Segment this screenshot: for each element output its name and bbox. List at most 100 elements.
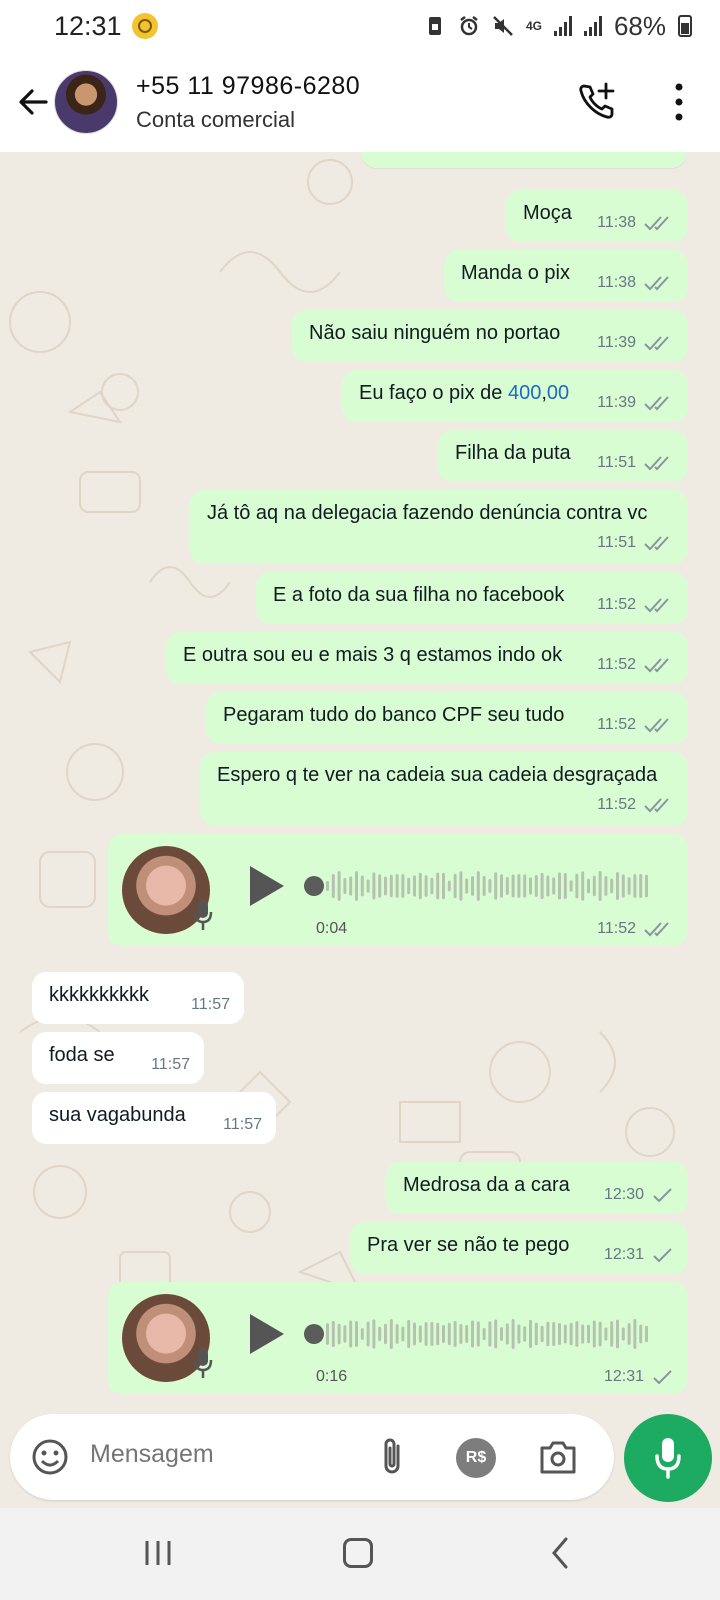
message-bubble-incoming[interactable]: foda se 11:57 xyxy=(32,1032,204,1084)
waveform-bar xyxy=(436,872,440,900)
message-bubble[interactable]: Não saiu ninguém no portao 11:39 xyxy=(292,310,688,362)
back-nav-icon[interactable] xyxy=(550,1536,570,1570)
message-bubble[interactable]: Espero q te ver na cadeia sua cadeia des… xyxy=(200,752,688,826)
double-check-icon xyxy=(644,336,669,351)
arrow-left-icon[interactable] xyxy=(16,85,50,119)
message-text-part: Eu faço o pix de xyxy=(359,382,508,404)
message-meta: 11:51 xyxy=(597,454,674,472)
message-bubble-incoming[interactable]: sua vagabunda 11:57 xyxy=(32,1092,276,1144)
waveform-bar xyxy=(633,1319,637,1349)
emoji-icon[interactable] xyxy=(30,1437,70,1477)
message-text: Pegaram tudo do banco CPF seu tudo xyxy=(223,704,565,726)
message-text: foda se xyxy=(49,1044,115,1066)
message-bubble[interactable]: Manda o pix 11:38 xyxy=(444,250,688,302)
playback-scrubber[interactable] xyxy=(304,1324,324,1344)
message-bubble[interactable]: Pra ver se não te pego 12:31 xyxy=(350,1222,688,1274)
waveform-bar xyxy=(592,875,596,897)
contact-subtitle: Conta comercial xyxy=(136,106,295,132)
waveform-bar xyxy=(453,1320,457,1348)
battery-percent: 68% xyxy=(613,10,666,41)
contact-avatar[interactable] xyxy=(54,70,118,134)
message-time: 12:31 xyxy=(603,1246,644,1263)
play-icon[interactable] xyxy=(246,864,286,908)
message-bubble[interactable]: Medrosa da a cara 12:30 xyxy=(386,1162,688,1214)
message-text: E outra sou eu e mais 3 q estamos indo o… xyxy=(183,644,563,666)
audio-waveform[interactable] xyxy=(304,1312,654,1356)
network-type: 4G xyxy=(525,18,542,33)
waveform-bar xyxy=(355,1321,358,1347)
message-bubble[interactable]: Pegaram tudo do banco CPF seu tudo 11:52 xyxy=(206,692,688,744)
message-text: Medrosa da a cara xyxy=(403,1174,570,1196)
double-check-icon xyxy=(644,718,669,733)
waveform-bar xyxy=(488,1321,492,1347)
amount-dec: 00 xyxy=(546,382,570,404)
waveform-bar xyxy=(517,1324,521,1344)
voice-record-button[interactable] xyxy=(624,1414,712,1502)
waveform-bar xyxy=(587,1324,590,1344)
waveform-bar xyxy=(413,875,416,897)
pix-amount-link[interactable]: 400,00 xyxy=(508,382,569,404)
message-bubble[interactable]: Filha da puta 11:51 xyxy=(438,430,688,482)
playback-scrubber[interactable] xyxy=(304,876,324,896)
voice-message[interactable]: 0:04 11:52 xyxy=(108,834,688,946)
more-vert-icon[interactable] xyxy=(670,82,688,122)
waveform-bar xyxy=(546,1321,550,1347)
waveform-bar xyxy=(534,875,538,897)
camera-icon[interactable] xyxy=(538,1438,578,1476)
message-text: Moça xyxy=(523,202,572,224)
waveform-bar xyxy=(488,879,492,893)
mic-icon xyxy=(193,1348,213,1378)
waveform-bar xyxy=(482,1327,486,1341)
double-check-icon xyxy=(644,456,669,471)
voice-duration: 0:04 xyxy=(316,920,348,937)
message-time: 11:57 xyxy=(191,996,230,1013)
contact-info[interactable]: +55 11 97986-6280 Conta comercial xyxy=(136,72,360,133)
waveform-bar xyxy=(366,1321,370,1347)
message-input[interactable] xyxy=(90,1440,360,1469)
chat-area[interactable]: Moça 11:38 Manda o pix 11:38 Não saiu ni… xyxy=(0,152,720,1400)
message-bubble[interactable]: E a foto da sua filha no facebook 11:52 xyxy=(256,572,688,624)
voice-message[interactable]: 0:16 12:31 xyxy=(108,1282,688,1394)
audio-waveform[interactable] xyxy=(304,864,654,908)
message-bubble-incoming[interactable]: kkkkkkkkkk 11:57 xyxy=(32,972,244,1024)
home-icon[interactable] xyxy=(343,1538,373,1568)
waveform-bar xyxy=(349,1320,353,1348)
waveform-bar xyxy=(430,1322,434,1346)
message-time: 11:52 xyxy=(597,796,636,813)
message-bubble[interactable]: Moça 11:38 xyxy=(506,190,688,242)
message-text: sua vagabunda xyxy=(49,1104,186,1126)
waveform-bar xyxy=(639,1324,643,1344)
waveform-bar xyxy=(395,874,399,898)
waveform-bar xyxy=(627,1323,631,1345)
waveform-bar xyxy=(418,1325,422,1343)
alarm-icon xyxy=(460,16,478,36)
message-text: E a foto da sua filha no facebook xyxy=(273,584,565,606)
add-call-icon[interactable] xyxy=(576,80,620,124)
message-text: Espero q te ver na cadeia sua cadeia des… xyxy=(217,764,658,786)
waveform-bar xyxy=(610,878,614,894)
waveform-bar xyxy=(552,877,556,895)
message-meta: 11:39 xyxy=(597,334,674,352)
waveform-bar xyxy=(546,875,550,897)
message-bubble[interactable]: Eu faço o pix de 400,00 11:39 xyxy=(342,370,688,422)
waveform-bar xyxy=(326,881,329,891)
paperclip-icon[interactable] xyxy=(376,1434,410,1480)
status-bar: 12:31 4G 68% xyxy=(0,0,720,52)
message-bubble[interactable]: Já tô aq na delegacia fazendo denúncia c… xyxy=(190,490,688,564)
play-icon[interactable] xyxy=(246,1312,286,1356)
message-text: kkkkkkkkkk xyxy=(49,984,149,1006)
waveform-bar xyxy=(378,1326,382,1342)
message-time: 11:52 xyxy=(597,596,636,613)
waveform-bar xyxy=(337,871,341,901)
payment-icon[interactable]: R$ xyxy=(456,1438,496,1478)
message-text: Pra ver se não te pego xyxy=(367,1234,570,1256)
message-time: 11:38 xyxy=(597,274,636,291)
waveform-bar xyxy=(389,874,393,898)
waveform-bar xyxy=(552,1322,556,1346)
recent-apps-icon[interactable] xyxy=(143,1538,173,1568)
waveform-bar xyxy=(349,876,353,896)
message-bubble[interactable]: E outra sou eu e mais 3 q estamos indo o… xyxy=(166,632,688,684)
waveform-bar xyxy=(511,1319,515,1349)
waveform-bar xyxy=(494,1319,498,1349)
chat-header: +55 11 97986-6280 Conta comercial xyxy=(0,52,720,152)
